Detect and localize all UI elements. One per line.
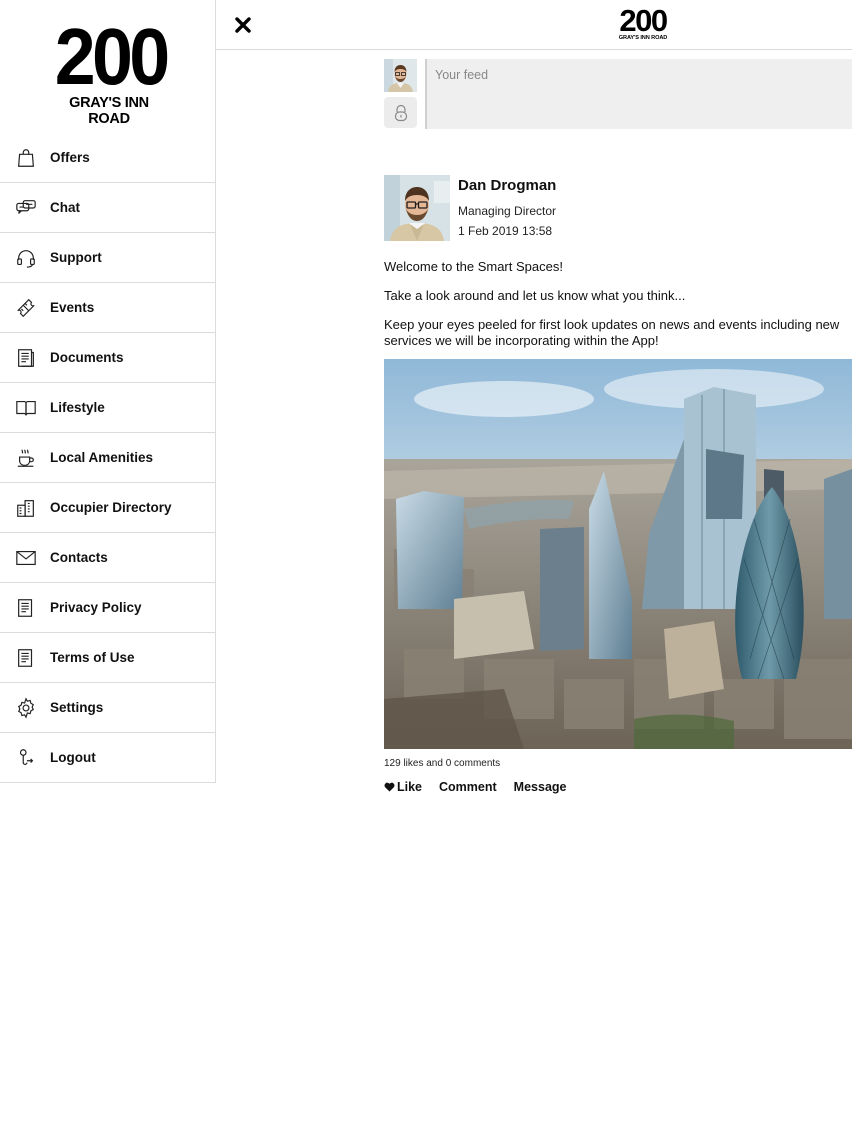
header-logo-subtitle: GRAY'S INN ROAD (618, 35, 668, 41)
document-icon (14, 346, 38, 370)
menu-item-label: Support (50, 250, 102, 265)
menu-item-local-amenities[interactable]: Local Amenities (0, 433, 216, 483)
menu-item-label: Settings (50, 700, 104, 715)
menu-list: Offers Chat Support Events Documents Lif… (0, 133, 216, 783)
logout-icon (14, 746, 38, 770)
gear-icon (14, 696, 38, 720)
avatar[interactable] (384, 59, 417, 92)
lock-icon (394, 104, 407, 121)
shopping-bag-icon (14, 146, 38, 170)
menu-item-label: Chat (50, 200, 80, 215)
post-paragraph: Take a look around and let us know what … (384, 288, 686, 303)
document-icon (14, 646, 38, 670)
side-menu: 200 GRAY'S INN ROAD Offers Chat Support (0, 0, 216, 783)
menu-item-terms-of-use[interactable]: Terms of Use (0, 633, 216, 683)
post-stats: 129 likes and 0 comments (384, 758, 501, 769)
post-author-avatar[interactable] (384, 175, 450, 241)
like-label: Like (397, 780, 423, 794)
headset-icon (14, 246, 38, 270)
menu-item-chat[interactable]: Chat (0, 183, 216, 233)
close-icon (235, 17, 251, 33)
menu-item-occupier-directory[interactable]: Occupier Directory (0, 483, 216, 533)
feed-input[interactable] (425, 59, 852, 129)
heart-icon (384, 782, 395, 792)
ticket-icon (14, 296, 38, 320)
document-icon (14, 596, 38, 620)
menu-item-events[interactable]: Events (0, 283, 216, 333)
close-menu-button[interactable] (232, 14, 254, 36)
coffee-cup-icon (14, 446, 38, 470)
post-paragraph: Keep your eyes peeled for first look upd… (384, 317, 840, 348)
menu-item-privacy-policy[interactable]: Privacy Policy (0, 583, 216, 633)
top-bar: 200 GRAY'S INN ROAD (216, 0, 852, 50)
menu-item-label: Lifestyle (50, 400, 105, 415)
envelope-icon (14, 546, 38, 570)
post-paragraph: Welcome to the Smart Spaces! (384, 259, 563, 274)
menu-item-documents[interactable]: Documents (0, 333, 216, 383)
open-book-icon (14, 396, 38, 420)
comment-button[interactable]: Comment (439, 780, 497, 794)
menu-item-support[interactable]: Support (0, 233, 216, 283)
post-actions: Like Comment Message (384, 780, 566, 794)
buildings-icon (14, 496, 38, 520)
menu-item-label: Offers (50, 150, 90, 165)
menu-item-label: Documents (50, 350, 124, 365)
brand-logo[interactable]: 200 GRAY'S INN ROAD (50, 12, 170, 128)
menu-item-label: Terms of Use (50, 650, 135, 665)
post-timestamp: 1 Feb 2019 13:58 (458, 224, 553, 238)
post-image[interactable] (384, 359, 852, 749)
menu-item-lifestyle[interactable]: Lifestyle (0, 383, 216, 433)
message-button[interactable]: Message (514, 780, 567, 794)
header-logo-number: 200 (619, 3, 668, 38)
chat-bubbles-icon (14, 196, 38, 220)
menu-item-settings[interactable]: Settings (0, 683, 216, 733)
menu-item-contacts[interactable]: Contacts (0, 533, 216, 583)
menu-item-label: Contacts (50, 550, 108, 565)
logo-number: 200 (54, 12, 170, 101)
menu-item-logout[interactable]: Logout (0, 733, 216, 783)
menu-item-label: Logout (50, 750, 96, 765)
menu-item-offers[interactable]: Offers (0, 133, 216, 183)
post-author-role: Managing Director (458, 204, 557, 218)
menu-item-label: Local Amenities (50, 450, 154, 465)
privacy-toggle-button[interactable] (384, 97, 417, 128)
menu-item-label: Events (50, 300, 95, 315)
like-button[interactable]: Like (384, 780, 422, 794)
post-author-name[interactable]: Dan Drogman (458, 177, 556, 194)
menu-item-label: Occupier Directory (50, 500, 172, 515)
post-body: Welcome to the Smart Spaces! Take a look… (384, 259, 852, 362)
menu-item-label: Privacy Policy (50, 600, 142, 615)
header-logo[interactable]: 200 GRAY'S INN ROAD (617, 3, 669, 41)
